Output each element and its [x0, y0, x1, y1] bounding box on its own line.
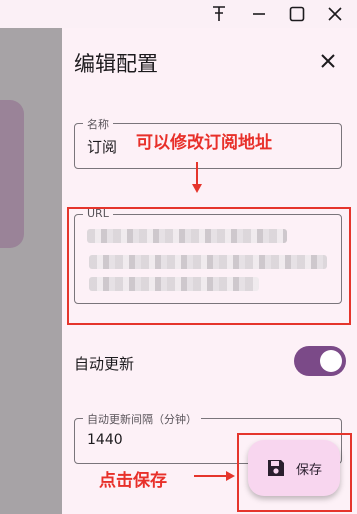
auto-update-label: 自动更新 — [74, 355, 135, 373]
window-titlebar — [0, 0, 357, 28]
window-close-button[interactable] — [322, 2, 348, 26]
pin-icon — [213, 6, 225, 21]
minimize-icon — [253, 13, 265, 15]
maximize-button[interactable] — [284, 2, 310, 26]
interval-field-label: 自动更新间隔（分钟） — [83, 411, 201, 427]
name-field-value: 订阅 — [87, 138, 118, 156]
annotation-edit-url: 可以修改订阅地址 — [136, 133, 272, 153]
backdrop-card — [0, 100, 24, 248]
annotation-click-save: 点击保存 — [99, 471, 167, 491]
annotation-arrow-right — [194, 471, 235, 481]
maximize-icon — [289, 6, 305, 22]
minimize-button[interactable] — [246, 2, 272, 26]
name-field-label: 名称 — [83, 116, 113, 132]
drawer-title: 编辑配置 — [74, 52, 158, 76]
drawer-close-button[interactable] — [315, 48, 341, 74]
auto-update-toggle[interactable] — [294, 346, 346, 376]
close-icon — [321, 54, 335, 68]
annotation-url-highlight-box — [67, 207, 351, 325]
close-icon — [328, 7, 342, 21]
pin-button[interactable] — [206, 2, 232, 26]
annotation-arrow-down — [192, 162, 202, 193]
interval-field-value: 1440 — [87, 432, 123, 448]
toggle-knob — [320, 350, 342, 372]
annotation-save-highlight-box — [237, 433, 352, 512]
dimmed-backdrop[interactable] — [0, 28, 62, 514]
